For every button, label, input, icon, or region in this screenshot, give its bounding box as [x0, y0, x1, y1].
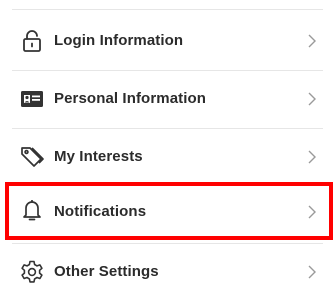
menu-item-label: My Interests: [54, 148, 143, 165]
chevron-right-icon: [307, 204, 317, 220]
gear-icon: [19, 259, 45, 285]
chevron-right-icon: [307, 149, 317, 165]
menu-item-login-information[interactable]: Login Information: [0, 12, 335, 70]
menu-item-label: Other Settings: [54, 263, 159, 280]
tags-icon: [19, 143, 45, 169]
menu-item-label: Login Information: [54, 32, 184, 49]
menu-item-personal-information[interactable]: Personal Information: [0, 70, 335, 128]
menu-item-my-interests[interactable]: My Interests: [0, 128, 335, 186]
chevron-right-icon: [307, 33, 317, 49]
divider: [12, 9, 323, 10]
id-card-icon: [19, 86, 45, 112]
chevron-right-icon: [307, 91, 317, 107]
lock-icon: [19, 28, 45, 54]
settings-menu: Login Information Personal Information M…: [0, 0, 335, 291]
menu-item-other-settings[interactable]: Other Settings: [0, 243, 335, 301]
bell-icon: [19, 197, 45, 223]
menu-item-label: Notifications: [54, 203, 147, 220]
menu-item-notifications[interactable]: Notifications: [0, 183, 335, 241]
menu-item-label: Personal Information: [54, 90, 207, 107]
chevron-right-icon: [307, 264, 317, 280]
